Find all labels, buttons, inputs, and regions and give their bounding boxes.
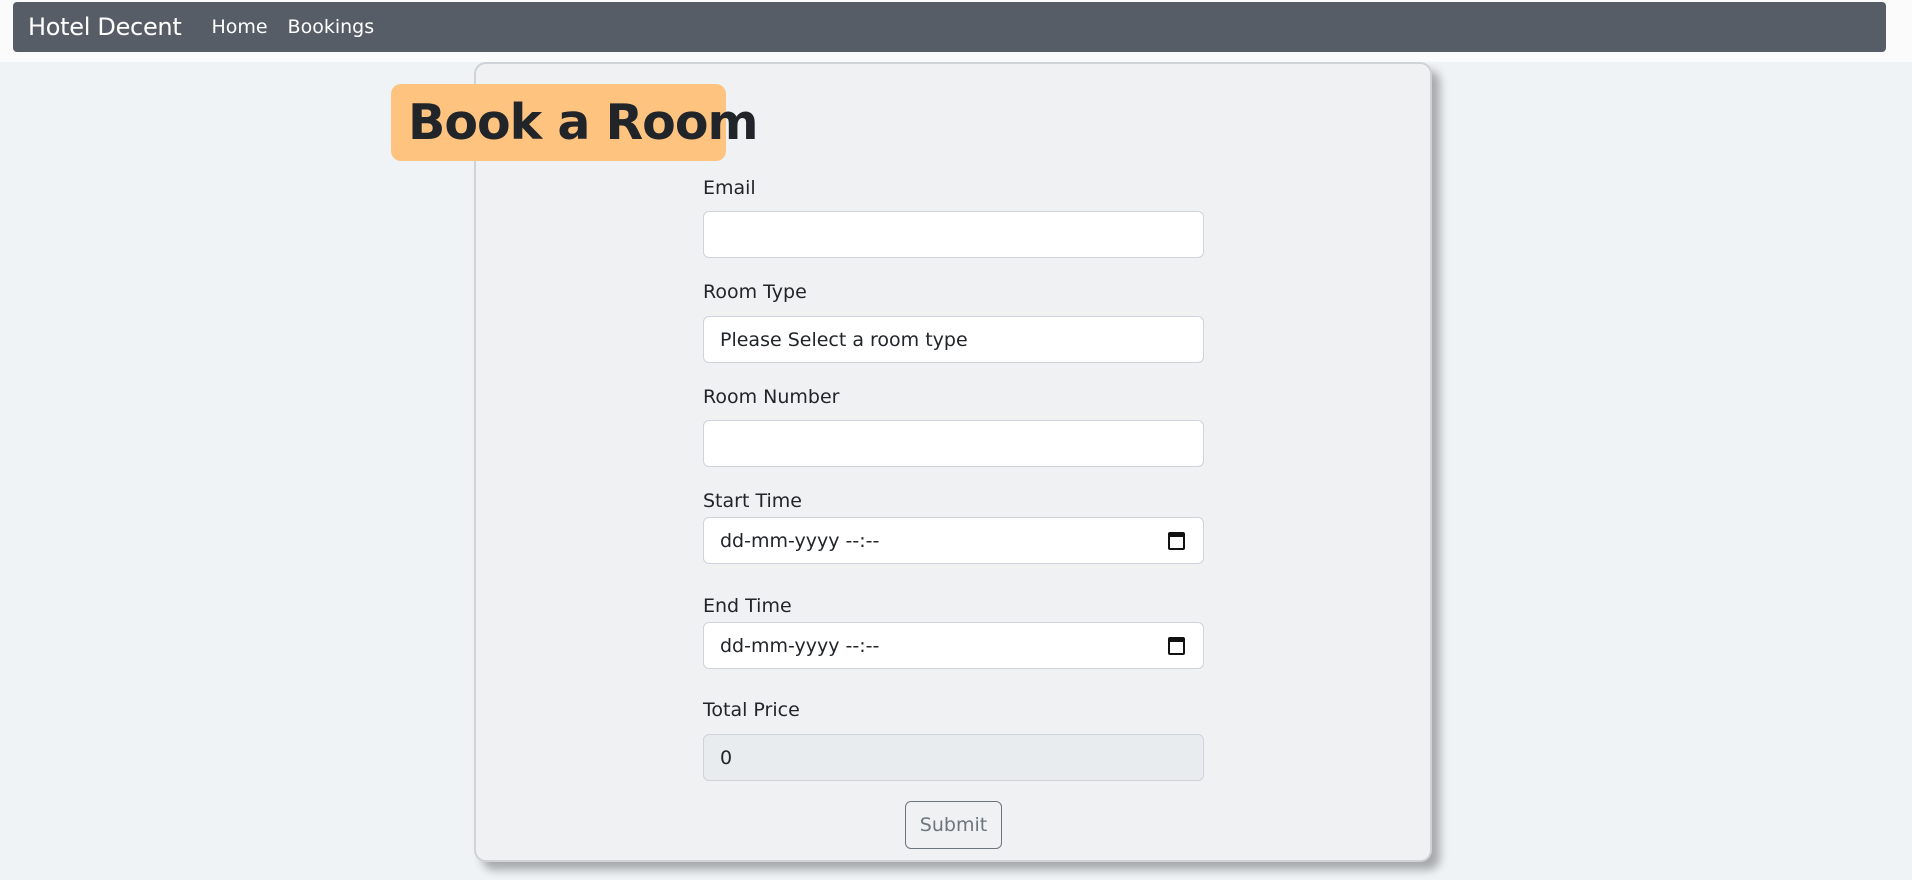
calendar-icon[interactable] <box>1168 637 1185 655</box>
room-type-value: Please Select a room type <box>720 328 968 351</box>
room-type-label: Room Type <box>703 281 807 303</box>
nav-link-home[interactable]: Home <box>211 16 267 38</box>
brand-link[interactable]: Hotel Decent <box>28 13 182 41</box>
start-time-placeholder: dd-mm-yyyy --:-- <box>720 529 880 552</box>
navbar: Hotel Decent Home Bookings <box>13 2 1886 52</box>
total-price-value: 0 <box>720 746 733 769</box>
end-time-placeholder: dd-mm-yyyy --:-- <box>720 634 880 657</box>
room-number-field[interactable] <box>703 420 1204 467</box>
page-title: Book a Room <box>408 94 759 151</box>
page-title-badge: Book a Room <box>391 84 759 161</box>
start-time-field[interactable]: dd-mm-yyyy --:-- <box>703 517 1204 564</box>
start-time-label: Start Time <box>703 490 802 512</box>
room-type-select[interactable]: Please Select a room type <box>703 316 1204 363</box>
total-price-field: 0 <box>703 734 1204 781</box>
room-number-label: Room Number <box>703 386 840 408</box>
submit-button[interactable]: Submit <box>905 801 1002 849</box>
nav-link-bookings[interactable]: Bookings <box>288 16 375 38</box>
total-price-label: Total Price <box>703 699 800 721</box>
end-time-field[interactable]: dd-mm-yyyy --:-- <box>703 622 1204 669</box>
calendar-icon[interactable] <box>1168 532 1185 550</box>
end-time-label: End Time <box>703 595 792 617</box>
email-field[interactable] <box>703 211 1204 258</box>
email-label: Email <box>703 177 756 199</box>
